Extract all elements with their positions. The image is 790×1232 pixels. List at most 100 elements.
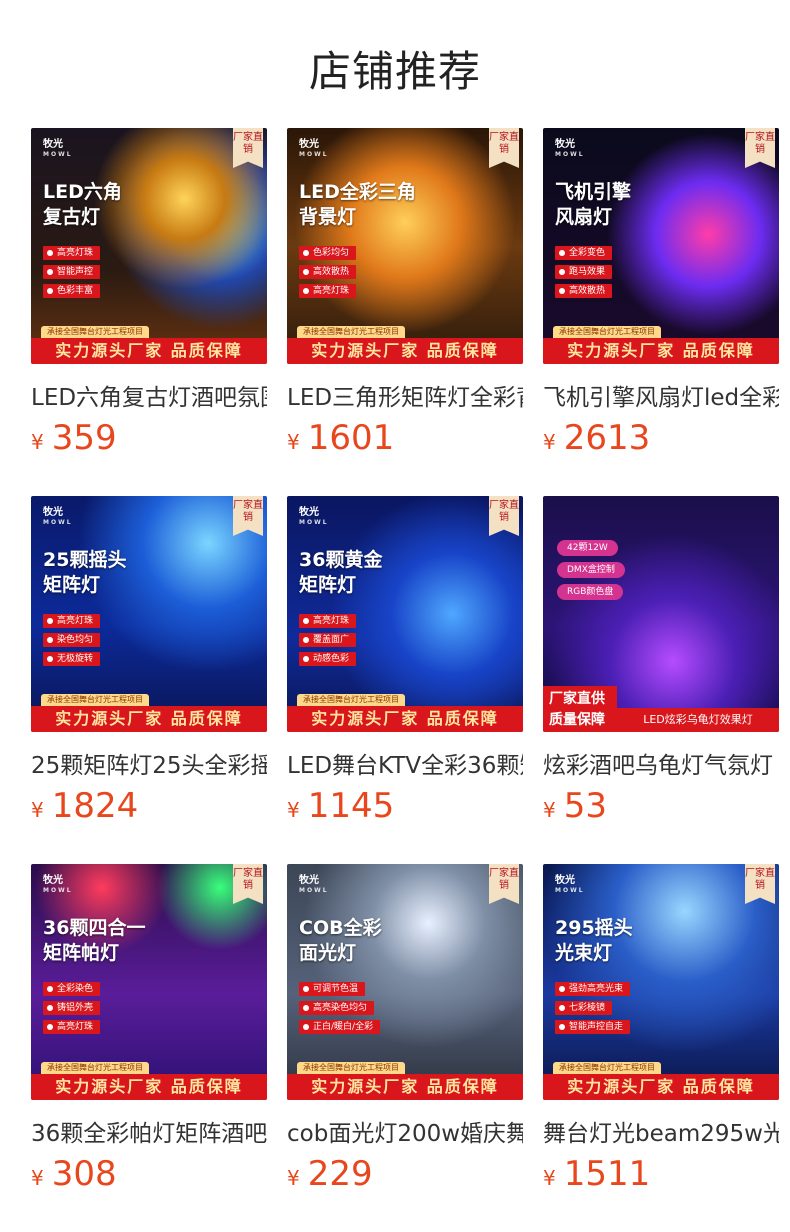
brand-logo: 牧光 MOWL	[43, 875, 73, 895]
product-price: ¥1601	[287, 418, 523, 458]
product-card[interactable]: 牧光 MOWL 厂家直销 295摇头 光束灯 强劲高亮光束 七彩棱镜 智能声控自走 承接全国舞…	[543, 864, 779, 1194]
currency-symbol: ¥	[31, 798, 44, 822]
feature-tag: 正白/暖白/全彩	[299, 1020, 381, 1034]
currency-symbol: ¥	[287, 798, 300, 822]
brand-logo: 牧光 MOWL	[555, 875, 585, 895]
product-image[interactable]: 42颗12W DMX盒控制 RGB颜色盘 厂家直供 质量保障 LED炫彩乌龟灯效果灯	[543, 496, 779, 732]
feature-tag: 高亮灯珠	[43, 614, 101, 628]
feature-tag: 跑马效果	[555, 265, 613, 279]
feature-tag: 高效散热	[299, 265, 357, 279]
product-name[interactable]: 25颗矩阵灯25头全彩摇头	[31, 746, 267, 780]
page-title: 店铺推荐	[308, 47, 481, 96]
product-image[interactable]: 牧光 MOWL 厂家直销 LED全彩三角 背景灯 色彩均匀 高效散热 高亮灯珠 承接全国舞台灯…	[287, 128, 523, 364]
feature-tag: 高亮灯珠	[299, 284, 357, 298]
project-subbanner: 承接全国舞台灯光工程项目	[553, 1062, 661, 1074]
feature-tag: 高亮染色均匀	[299, 1001, 375, 1015]
product-name[interactable]: 舞台灯光beam295w光束灯	[543, 1114, 779, 1148]
feature-tag: 高效散热	[555, 284, 613, 298]
promo-banner: 实力源头厂家 品质保障	[31, 1074, 267, 1100]
product-card[interactable]: 牧光 MOWL 厂家直销 LED六角 复古灯 高亮灯珠 智能声控 色彩丰富 承接全国舞台灯光工…	[31, 128, 267, 458]
price-value: 1601	[307, 418, 395, 458]
image-headline: 36颗黄金 矩阵灯	[299, 549, 383, 596]
product-card[interactable]: 牧光 MOWL 厂家直销 COB全彩 面光灯 可调节色温 高亮染色均匀 正白/暖白/全彩 承接…	[287, 864, 523, 1194]
image-headline: LED六角 复古灯	[43, 181, 122, 228]
product-image[interactable]: 牧光 MOWL 厂家直销 飞机引擎 风扇灯 全彩变色 跑马效果 高效散热 承接全国舞台灯光工程…	[543, 128, 779, 364]
product-price: ¥229	[287, 1154, 523, 1194]
brand-logo: 牧光 MOWL	[299, 507, 329, 527]
product-price: ¥1511	[543, 1154, 779, 1194]
promo-banner: 实力源头厂家 品质保障	[31, 338, 267, 364]
project-subbanner: 承接全国舞台灯光工程项目	[297, 1062, 405, 1074]
product-image[interactable]: 牧光 MOWL 厂家直销 COB全彩 面光灯 可调节色温 高亮染色均匀 正白/暖白/全彩 承接…	[287, 864, 523, 1100]
product-card[interactable]: 42颗12W DMX盒控制 RGB颜色盘 厂家直供 质量保障 LED炫彩乌龟灯效果灯炫彩…	[543, 496, 779, 826]
promo-banner: 实力源头厂家 品质保障	[287, 706, 523, 732]
currency-symbol: ¥	[543, 430, 556, 454]
product-image[interactable]: 牧光 MOWL 厂家直销 LED六角 复古灯 高亮灯珠 智能声控 色彩丰富 承接全国舞台灯光工…	[31, 128, 267, 364]
product-name[interactable]: 飞机引擎风扇灯led全彩	[543, 378, 779, 412]
image-caption: LED炫彩乌龟灯效果灯	[617, 708, 779, 732]
product-image[interactable]: 牧光 MOWL 厂家直销 36颗黄金 矩阵灯 高亮灯珠 覆盖面广 动感色彩 承接全国舞台灯光工…	[287, 496, 523, 732]
promo-banner: 实力源头厂家 品质保障	[543, 338, 779, 364]
feature-tag: 全彩变色	[555, 246, 613, 260]
image-headline: 295摇头 光束灯	[555, 917, 633, 964]
product-name[interactable]: LED六角复古灯酒吧氛围灯	[31, 378, 267, 412]
feature-tag: 铸铝外壳	[43, 1001, 101, 1015]
product-price: ¥2613	[543, 418, 779, 458]
feature-tag: 可调节色温	[299, 982, 366, 996]
product-name[interactable]: LED三角形矩阵灯全彩背景灯	[287, 378, 523, 412]
spec-pill: 42颗12W	[557, 540, 618, 556]
product-card[interactable]: 牧光 MOWL 厂家直销 25颗摇头 矩阵灯 高亮灯珠 染色均匀 无极旋转 承接全国舞台灯光工…	[31, 496, 267, 826]
feature-tag: 染色均匀	[43, 633, 101, 647]
project-subbanner: 承接全国舞台灯光工程项目	[41, 326, 149, 338]
feature-tag: 高亮灯珠	[299, 614, 357, 628]
project-subbanner: 承接全国舞台灯光工程项目	[553, 326, 661, 338]
product-image[interactable]: 牧光 MOWL 厂家直销 36颗四合一 矩阵帕灯 全彩染色 铸铝外壳 高亮灯珠 承接全国舞台灯…	[31, 864, 267, 1100]
price-value: 53	[563, 786, 607, 826]
feature-tag: 强劲高亮光束	[555, 982, 631, 996]
product-card[interactable]: 牧光 MOWL 厂家直销 LED全彩三角 背景灯 色彩均匀 高效散热 高亮灯珠 承接全国舞台灯…	[287, 128, 523, 458]
supply-badge: 厂家直供 质量保障	[543, 686, 617, 732]
product-name[interactable]: LED舞台KTV全彩36颗矩阵灯	[287, 746, 523, 780]
brand-logo: 牧光 MOWL	[555, 139, 585, 159]
feature-tag: 全彩染色	[43, 982, 101, 996]
brand-logo: 牧光 MOWL	[43, 139, 73, 159]
price-value: 1824	[51, 786, 139, 826]
product-price: ¥1145	[287, 786, 523, 826]
brand-logo: 牧光 MOWL	[299, 875, 329, 895]
product-name[interactable]: cob面光灯200w婚庆舞台	[287, 1114, 523, 1148]
project-subbanner: 承接全国舞台灯光工程项目	[41, 694, 149, 706]
product-image[interactable]: 牧光 MOWL 厂家直销 25颗摇头 矩阵灯 高亮灯珠 染色均匀 无极旋转 承接全国舞台灯光工…	[31, 496, 267, 732]
image-headline: 36颗四合一 矩阵帕灯	[43, 917, 146, 964]
feature-tag: 七彩棱镜	[555, 1001, 613, 1015]
image-headline: 飞机引擎 风扇灯	[555, 181, 632, 228]
currency-symbol: ¥	[287, 430, 300, 454]
brand-logo: 牧光 MOWL	[299, 139, 329, 159]
product-name[interactable]: 36颗全彩帕灯矩阵酒吧	[31, 1114, 267, 1148]
product-image[interactable]: 牧光 MOWL 厂家直销 295摇头 光束灯 强劲高亮光束 七彩棱镜 智能声控自走 承接全国舞…	[543, 864, 779, 1100]
price-value: 2613	[563, 418, 651, 458]
feature-tag: 色彩均匀	[299, 246, 357, 260]
image-headline: COB全彩 面光灯	[299, 917, 382, 964]
product-card[interactable]: 牧光 MOWL 厂家直销 36颗四合一 矩阵帕灯 全彩染色 铸铝外壳 高亮灯珠 承接全国舞台灯…	[31, 864, 267, 1194]
feature-tag: 智能声控自走	[555, 1020, 631, 1034]
feature-tag: 高亮灯珠	[43, 1020, 101, 1034]
project-subbanner: 承接全国舞台灯光工程项目	[297, 694, 405, 706]
product-price: ¥53	[543, 786, 779, 826]
currency-symbol: ¥	[287, 1166, 300, 1190]
product-card[interactable]: 牧光 MOWL 厂家直销 36颗黄金 矩阵灯 高亮灯珠 覆盖面广 动感色彩 承接全国舞台灯光工…	[287, 496, 523, 826]
image-headline: LED全彩三角 背景灯	[299, 181, 416, 228]
currency-symbol: ¥	[31, 1166, 44, 1190]
promo-banner: 实力源头厂家 品质保障	[287, 1074, 523, 1100]
product-name[interactable]: 炫彩酒吧乌龟灯气氛灯	[543, 746, 779, 780]
feature-tag: 动感色彩	[299, 652, 357, 666]
product-price: ¥1824	[31, 786, 267, 826]
project-subbanner: 承接全国舞台灯光工程项目	[297, 326, 405, 338]
promo-banner: 实力源头厂家 品质保障	[31, 706, 267, 732]
feature-tag: 色彩丰富	[43, 284, 101, 298]
feature-tag: 无极旋转	[43, 652, 101, 666]
feature-tag: 覆盖面广	[299, 633, 357, 647]
feature-tag: 智能声控	[43, 265, 101, 279]
project-subbanner: 承接全国舞台灯光工程项目	[41, 1062, 149, 1074]
product-card[interactable]: 牧光 MOWL 厂家直销 飞机引擎 风扇灯 全彩变色 跑马效果 高效散热 承接全国舞台灯光工程…	[543, 128, 779, 458]
product-price: ¥308	[31, 1154, 267, 1194]
